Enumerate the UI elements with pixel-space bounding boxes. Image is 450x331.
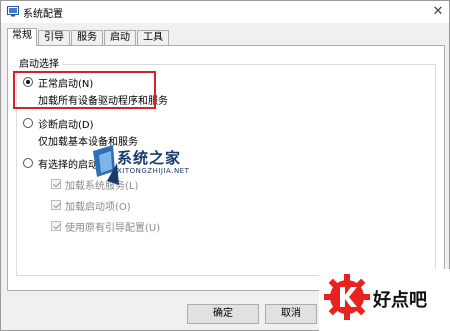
use-original-boot-config-label[interactable]: 使用原有引导配置(U) xyxy=(65,219,160,234)
tab-services[interactable]: 服务 xyxy=(71,30,103,45)
startup-selection-title: 启动选择 xyxy=(16,55,62,70)
system-config-icon xyxy=(7,6,19,17)
tab-tools[interactable]: 工具 xyxy=(137,30,169,45)
close-icon: ✕ xyxy=(432,4,444,19)
watermark-corner-title: 好点吧 xyxy=(373,290,427,311)
use-original-boot-config-checkbox[interactable] xyxy=(51,221,61,231)
watermark-center-title: 系统之家 xyxy=(117,149,182,167)
load-startup-items-label[interactable]: 加载启动项(O) xyxy=(65,198,131,213)
tab-boot[interactable]: 引导 xyxy=(38,30,70,45)
diagnostic-startup-radio[interactable] xyxy=(23,118,33,128)
load-system-services-checkbox[interactable] xyxy=(51,179,61,189)
title-bar: 系统配置 ✕ xyxy=(1,1,449,23)
diagnostic-startup-label[interactable]: 诊断启动(D) xyxy=(38,116,94,131)
cancel-button[interactable]: 取消 xyxy=(265,304,317,324)
haodianba-logo-icon xyxy=(324,274,370,320)
ok-button[interactable]: 确定 xyxy=(187,304,259,324)
system-config-window: 系统配置 ✕ 常规 引导 服务 启动 工具 启动选择 正常启动(N) 加载所有设… xyxy=(0,0,450,331)
tab-startup[interactable]: 启动 xyxy=(104,30,136,45)
window-title: 系统配置 xyxy=(23,9,63,20)
selective-startup-radio[interactable] xyxy=(23,158,33,168)
highlight-box xyxy=(13,71,156,109)
load-startup-items-checkbox[interactable] xyxy=(51,200,61,210)
tab-general[interactable]: 常规 xyxy=(7,28,37,46)
watermark-center-url: XITONGZHIJIA.NET xyxy=(117,167,190,175)
close-button[interactable]: ✕ xyxy=(427,1,449,23)
